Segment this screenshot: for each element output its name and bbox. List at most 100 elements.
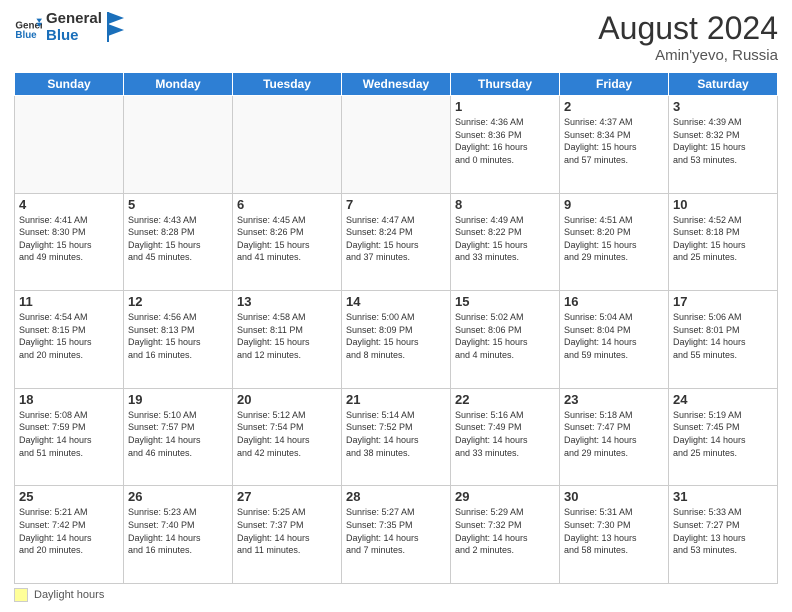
calendar-cell: 8 Sunrise: 4:49 AM Sunset: 8:22 PM Daylig… [451, 193, 560, 291]
day-number: 18 [19, 392, 119, 407]
day-info: Sunrise: 5:16 AM Sunset: 7:49 PM Dayligh… [455, 409, 555, 459]
day-number: 5 [128, 197, 228, 212]
calendar-cell: 30 Sunrise: 5:31 AM Sunset: 7:30 PM Dayli… [560, 486, 669, 584]
calendar-cell: 20Sunrise: 5:12 AM Sunset: 7:54 PM Dayli… [233, 388, 342, 486]
location: Amin'yevo, Russia [598, 47, 778, 64]
day-number: 24 [673, 392, 773, 407]
day-number: 3 [673, 99, 773, 114]
calendar-cell: 22 Sunrise: 5:16 AM Sunset: 7:49 PM Dayli… [451, 388, 560, 486]
day-info: Sunrise: 5:19 AM Sunset: 7:45 PM Dayligh… [673, 409, 773, 459]
logo-blue: Blue [46, 27, 102, 44]
calendar-cell: 6 Sunrise: 4:45 AM Sunset: 8:26 PM Daylig… [233, 193, 342, 291]
day-info: Sunrise: 4:37 AM Sunset: 8:34 PM Dayligh… [564, 116, 664, 166]
month-year: August 2024 [598, 10, 778, 47]
day-number: 9 [564, 197, 664, 212]
day-info: Sunrise: 5:02 AM Sunset: 8:06 PM Dayligh… [455, 311, 555, 361]
day-info: Sunrise: 5:00 AM Sunset: 8:09 PM Dayligh… [346, 311, 446, 361]
dow-header: Saturday [669, 73, 778, 96]
calendar-cell: 5 Sunrise: 4:43 AM Sunset: 8:28 PM Daylig… [124, 193, 233, 291]
footer-label: Daylight hours [34, 589, 104, 601]
calendar-cell: 15 Sunrise: 5:02 AM Sunset: 8:06 PM Dayli… [451, 291, 560, 389]
day-number: 31 [673, 489, 773, 504]
day-info: Sunrise: 5:10 AM Sunset: 7:57 PM Dayligh… [128, 409, 228, 459]
calendar-cell: 25 Sunrise: 5:21 AM Sunset: 7:42 PM Dayli… [15, 486, 124, 584]
day-number: 6 [237, 197, 337, 212]
day-info: Sunrise: 5:14 AM Sunset: 7:52 PM Dayligh… [346, 409, 446, 459]
calendar-cell [233, 96, 342, 194]
footer: Daylight hours [14, 588, 778, 602]
calendar-cell: 29Sunrise: 5:29 AM Sunset: 7:32 PM Dayli… [451, 486, 560, 584]
day-number: 8 [455, 197, 555, 212]
day-number: 27 [237, 489, 337, 504]
dow-header: Tuesday [233, 73, 342, 96]
day-number: 21 [346, 392, 446, 407]
calendar-cell: 7Sunrise: 4:47 AM Sunset: 8:24 PM Daylig… [342, 193, 451, 291]
calendar-cell: 21 Sunrise: 5:14 AM Sunset: 7:52 PM Dayli… [342, 388, 451, 486]
calendar-cell: 12 Sunrise: 4:56 AM Sunset: 8:13 PM Dayli… [124, 291, 233, 389]
day-info: Sunrise: 5:27 AM Sunset: 7:35 PM Dayligh… [346, 506, 446, 556]
calendar-cell: 19 Sunrise: 5:10 AM Sunset: 7:57 PM Dayli… [124, 388, 233, 486]
day-number: 26 [128, 489, 228, 504]
day-number: 28 [346, 489, 446, 504]
daylight-box [14, 588, 28, 602]
day-info: Sunrise: 4:58 AM Sunset: 8:11 PM Dayligh… [237, 311, 337, 361]
day-info: Sunrise: 4:56 AM Sunset: 8:13 PM Dayligh… [128, 311, 228, 361]
calendar-cell: 13 Sunrise: 4:58 AM Sunset: 8:11 PM Dayli… [233, 291, 342, 389]
day-number: 4 [19, 197, 119, 212]
dow-header: Thursday [451, 73, 560, 96]
day-info: Sunrise: 4:52 AM Sunset: 8:18 PM Dayligh… [673, 214, 773, 264]
day-info: Sunrise: 4:41 AM Sunset: 8:30 PM Dayligh… [19, 214, 119, 264]
day-number: 12 [128, 294, 228, 309]
day-info: Sunrise: 4:36 AM Sunset: 8:36 PM Dayligh… [455, 116, 555, 166]
day-number: 19 [128, 392, 228, 407]
calendar: SundayMondayTuesdayWednesdayThursdayFrid… [14, 72, 778, 584]
calendar-cell: 2Sunrise: 4:37 AM Sunset: 8:34 PM Daylig… [560, 96, 669, 194]
calendar-cell: 27Sunrise: 5:25 AM Sunset: 7:37 PM Dayli… [233, 486, 342, 584]
day-info: Sunrise: 5:18 AM Sunset: 7:47 PM Dayligh… [564, 409, 664, 459]
calendar-cell [342, 96, 451, 194]
logo-icon: General Blue [14, 13, 42, 41]
day-info: Sunrise: 4:45 AM Sunset: 8:26 PM Dayligh… [237, 214, 337, 264]
calendar-cell: 14 Sunrise: 5:00 AM Sunset: 8:09 PM Dayli… [342, 291, 451, 389]
day-info: Sunrise: 4:49 AM Sunset: 8:22 PM Dayligh… [455, 214, 555, 264]
calendar-cell [15, 96, 124, 194]
day-number: 13 [237, 294, 337, 309]
calendar-cell: 4 Sunrise: 4:41 AM Sunset: 8:30 PM Daylig… [15, 193, 124, 291]
day-info: Sunrise: 5:31 AM Sunset: 7:30 PM Dayligh… [564, 506, 664, 556]
day-number: 30 [564, 489, 664, 504]
dow-header: Sunday [15, 73, 124, 96]
calendar-cell: 18 Sunrise: 5:08 AM Sunset: 7:59 PM Dayli… [15, 388, 124, 486]
calendar-cell: 10 Sunrise: 4:52 AM Sunset: 8:18 PM Dayli… [669, 193, 778, 291]
day-number: 25 [19, 489, 119, 504]
day-number: 20 [237, 392, 337, 407]
calendar-cell [124, 96, 233, 194]
calendar-cell: 23 Sunrise: 5:18 AM Sunset: 7:47 PM Dayli… [560, 388, 669, 486]
day-number: 15 [455, 294, 555, 309]
svg-text:Blue: Blue [15, 30, 37, 41]
calendar-cell: 9Sunrise: 4:51 AM Sunset: 8:20 PM Daylig… [560, 193, 669, 291]
day-number: 10 [673, 197, 773, 212]
day-info: Sunrise: 5:33 AM Sunset: 7:27 PM Dayligh… [673, 506, 773, 556]
day-number: 7 [346, 197, 446, 212]
calendar-cell: 1Sunrise: 4:36 AM Sunset: 8:36 PM Daylig… [451, 96, 560, 194]
title-block: August 2024 Amin'yevo, Russia [598, 10, 778, 64]
calendar-cell: 31 Sunrise: 5:33 AM Sunset: 7:27 PM Dayli… [669, 486, 778, 584]
dow-header: Friday [560, 73, 669, 96]
day-info: Sunrise: 5:08 AM Sunset: 7:59 PM Dayligh… [19, 409, 119, 459]
logo: General Blue General Blue [14, 10, 126, 44]
calendar-cell: 28 Sunrise: 5:27 AM Sunset: 7:35 PM Dayli… [342, 486, 451, 584]
day-number: 22 [455, 392, 555, 407]
day-number: 16 [564, 294, 664, 309]
day-info: Sunrise: 5:29 AM Sunset: 7:32 PM Dayligh… [455, 506, 555, 556]
day-info: Sunrise: 4:43 AM Sunset: 8:28 PM Dayligh… [128, 214, 228, 264]
day-number: 23 [564, 392, 664, 407]
calendar-cell: 3Sunrise: 4:39 AM Sunset: 8:32 PM Daylig… [669, 96, 778, 194]
day-number: 14 [346, 294, 446, 309]
calendar-cell: 26 Sunrise: 5:23 AM Sunset: 7:40 PM Dayli… [124, 486, 233, 584]
day-info: Sunrise: 5:21 AM Sunset: 7:42 PM Dayligh… [19, 506, 119, 556]
day-info: Sunrise: 5:06 AM Sunset: 8:01 PM Dayligh… [673, 311, 773, 361]
day-info: Sunrise: 5:04 AM Sunset: 8:04 PM Dayligh… [564, 311, 664, 361]
logo-flag-icon [106, 12, 126, 42]
day-info: Sunrise: 5:23 AM Sunset: 7:40 PM Dayligh… [128, 506, 228, 556]
calendar-cell: 16 Sunrise: 5:04 AM Sunset: 8:04 PM Dayli… [560, 291, 669, 389]
